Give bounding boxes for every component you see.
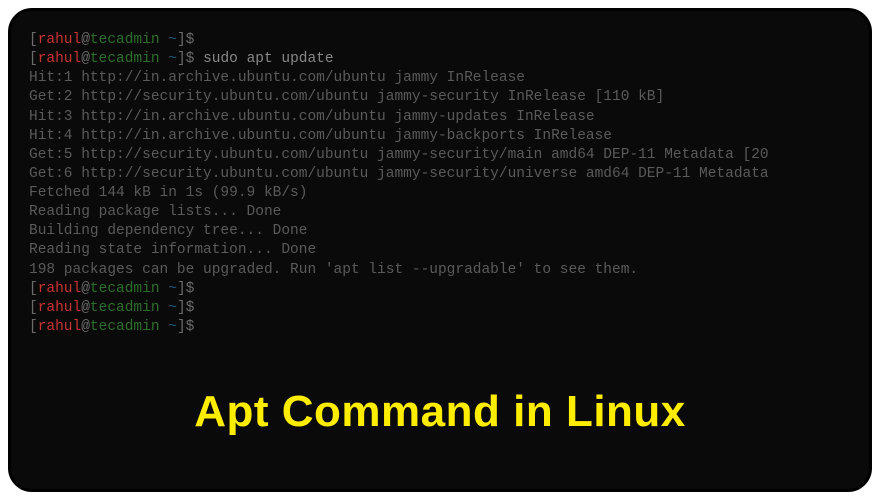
- prompt-host: tecadmin: [90, 281, 160, 297]
- output-line: Reading package lists... Done: [29, 203, 851, 222]
- bracket-open: [: [29, 281, 38, 297]
- prompt-user: rahul: [38, 32, 82, 48]
- command-line[interactable]: [rahul@tecadmin ~]$ sudo apt update: [29, 50, 851, 69]
- prompt-line: [rahul@tecadmin ~]$: [29, 31, 851, 50]
- bracket-open: [: [29, 32, 38, 48]
- prompt-dollar: $: [186, 319, 195, 335]
- prompt-path: ~: [168, 281, 177, 297]
- prompt-at: @: [81, 51, 90, 67]
- bracket-open: [: [29, 300, 38, 316]
- prompt-user: rahul: [38, 281, 82, 297]
- prompt-host: tecadmin: [90, 319, 160, 335]
- prompt-user: rahul: [38, 319, 82, 335]
- output-line: Hit:3 http://in.archive.ubuntu.com/ubunt…: [29, 108, 851, 127]
- prompt-dollar: $: [186, 300, 195, 316]
- prompt-path: ~: [168, 300, 177, 316]
- output-line: Hit:4 http://in.archive.ubuntu.com/ubunt…: [29, 127, 851, 146]
- output-line: Get:6 http://security.ubuntu.com/ubuntu …: [29, 165, 851, 184]
- prompt-at: @: [81, 281, 90, 297]
- prompt-dollar: $: [186, 32, 195, 48]
- output-line: Fetched 144 kB in 1s (99.9 kB/s): [29, 184, 851, 203]
- prompt-line[interactable]: [rahul@tecadmin ~]$: [29, 318, 851, 337]
- bracket-close: ]: [177, 319, 186, 335]
- prompt-at: @: [81, 32, 90, 48]
- entered-command: sudo apt update: [203, 51, 334, 67]
- output-line: 198 packages can be upgraded. Run 'apt l…: [29, 261, 851, 280]
- bracket-close: ]: [177, 281, 186, 297]
- prompt-dollar: $: [186, 281, 195, 297]
- output-line: Building dependency tree... Done: [29, 222, 851, 241]
- output-line: Get:5 http://security.ubuntu.com/ubuntu …: [29, 146, 851, 165]
- output-line: Reading state information... Done: [29, 241, 851, 260]
- prompt-host: tecadmin: [90, 32, 160, 48]
- output-line: Hit:1 http://in.archive.ubuntu.com/ubunt…: [29, 69, 851, 88]
- prompt-path: ~: [168, 51, 177, 67]
- prompt-at: @: [81, 319, 90, 335]
- prompt-host: tecadmin: [90, 300, 160, 316]
- prompt-host: tecadmin: [90, 51, 160, 67]
- bracket-close: ]: [177, 300, 186, 316]
- prompt-line: [rahul@tecadmin ~]$: [29, 299, 851, 318]
- page-title: Apt Command in Linux: [11, 387, 869, 437]
- output-line: Get:2 http://security.ubuntu.com/ubuntu …: [29, 88, 851, 107]
- prompt-user: rahul: [38, 300, 82, 316]
- prompt-line: [rahul@tecadmin ~]$: [29, 280, 851, 299]
- prompt-path: ~: [168, 32, 177, 48]
- bracket-open: [: [29, 319, 38, 335]
- bracket-open: [: [29, 51, 38, 67]
- terminal-window: [rahul@tecadmin ~]$ [rahul@tecadmin ~]$ …: [8, 8, 872, 492]
- bracket-close: ]: [177, 32, 186, 48]
- bracket-close: ]: [177, 51, 186, 67]
- prompt-user: rahul: [38, 51, 82, 67]
- terminal-content[interactable]: [rahul@tecadmin ~]$ [rahul@tecadmin ~]$ …: [29, 31, 851, 337]
- prompt-path: ~: [168, 319, 177, 335]
- prompt-at: @: [81, 300, 90, 316]
